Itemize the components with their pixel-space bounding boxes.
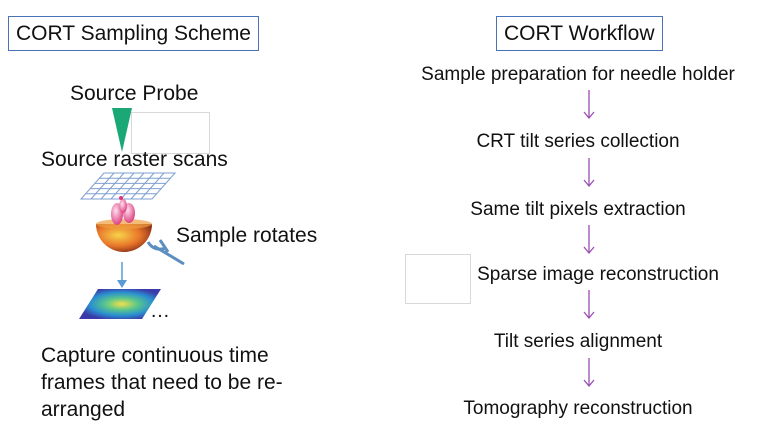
- ellipsis-label: …: [150, 300, 170, 322]
- workflow-arrow-icon: [583, 225, 595, 255]
- source-probe-icon: [112, 108, 132, 152]
- workflow-arrow-icon: [583, 358, 595, 388]
- workflow-step: Sample preparation for needle holder: [421, 64, 735, 85]
- workflow-step: Tilt series alignment: [493, 331, 663, 352]
- workflow-step: Sparse image reconstruction: [477, 264, 719, 285]
- workflow-title-text: CORT Workflow: [504, 22, 655, 45]
- sampling-scheme-title: CORT Sampling Scheme: [8, 16, 259, 51]
- workflow-arrow-icon: [583, 158, 595, 188]
- workflow-step: Tomography reconstruction: [463, 398, 693, 419]
- capture-caption: Capture continuous time frames that need…: [41, 342, 283, 423]
- workflow-arrow-icon: [583, 290, 595, 320]
- source-probe-label: Source Probe: [70, 82, 199, 105]
- source-raster-label: Source raster scans: [41, 148, 228, 171]
- caption-line: Capture continuous time: [41, 344, 269, 367]
- sampling-scheme-title-text: CORT Sampling Scheme: [16, 22, 251, 45]
- workflow-arrow-icon: [583, 90, 595, 120]
- workflow-step: CRT tilt series collection: [476, 131, 680, 152]
- workflow-title: CORT Workflow: [496, 16, 663, 51]
- workflow-step: Same tilt pixels extraction: [470, 199, 686, 220]
- sample-down-arrow-icon: [117, 262, 127, 288]
- caption-line: frames that need to be re-: [41, 371, 283, 394]
- sample-rotates-label: Sample rotates: [176, 224, 318, 247]
